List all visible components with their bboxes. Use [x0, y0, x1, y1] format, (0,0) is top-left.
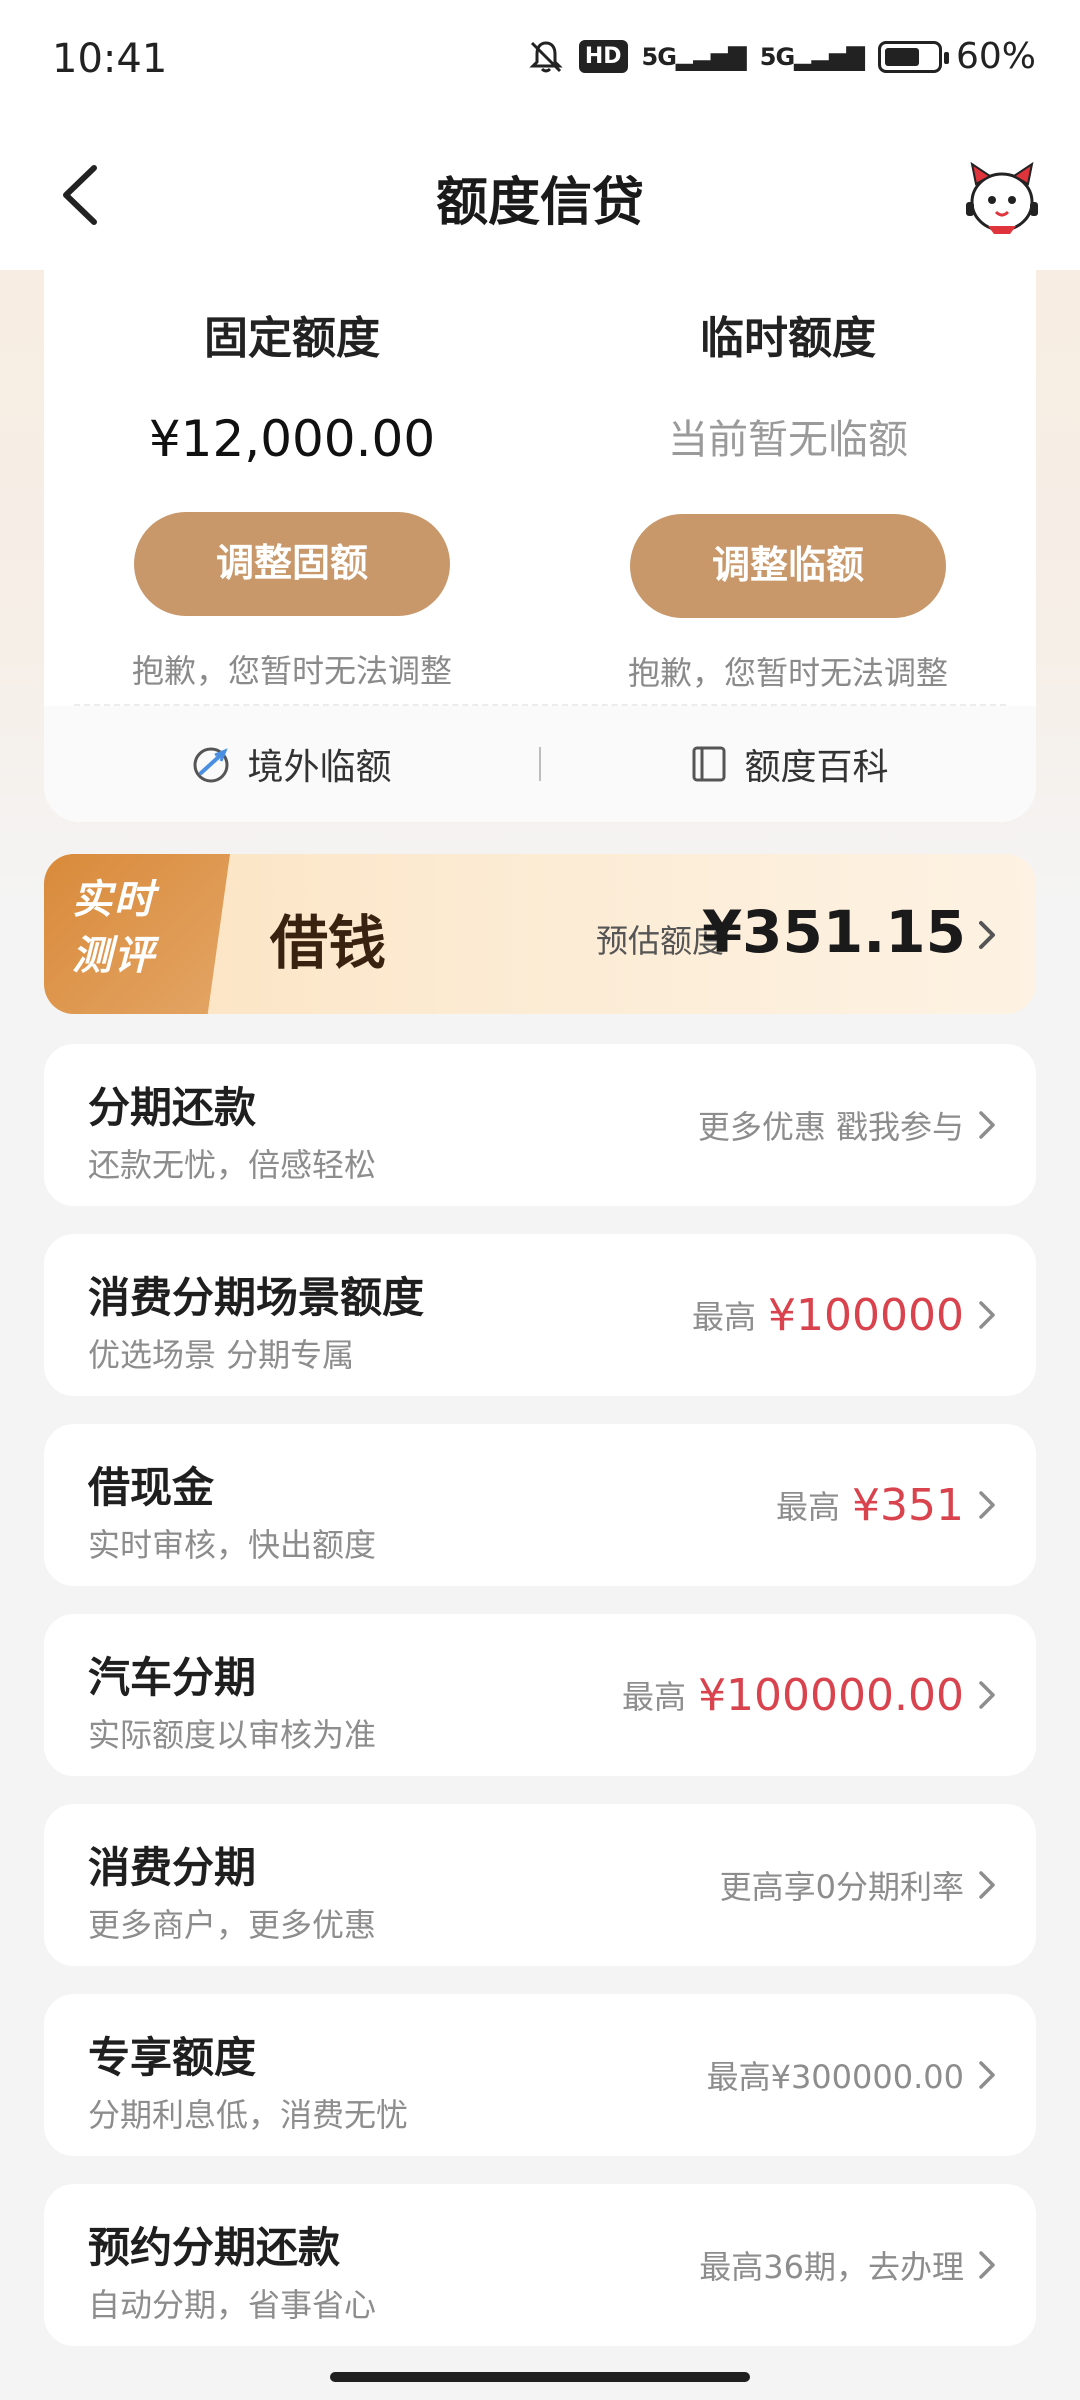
- borrow-banner[interactable]: 实时测评 借钱 预估额度 ¥351.15: [44, 854, 1036, 1014]
- battery-percent: 60%: [955, 36, 1036, 77]
- item-right: 最高 ¥351: [776, 1424, 964, 1586]
- chevron-right-icon: [979, 2251, 995, 2279]
- temp-quota-title: 临时额度: [700, 313, 876, 364]
- item-subtitle: 分期利息低，消费无忧: [88, 2096, 409, 2134]
- realtime-eval-label: 实时测评: [72, 877, 156, 979]
- chevron-right-icon: [979, 2061, 995, 2089]
- temp-quota-section: 临时额度 当前暂无临额 调整临额 抱歉，您暂时无法调整: [540, 302, 1036, 694]
- adjust-fixed-button[interactable]: 调整固额: [134, 512, 450, 616]
- item-title: 消费分期: [88, 1843, 257, 1892]
- item-right: 更高享0分期利率: [720, 1804, 964, 1966]
- item-right: 最高 ¥100000: [692, 1234, 964, 1396]
- item-title: 预约分期还款: [88, 2223, 341, 2272]
- hd-badge: HD: [578, 40, 628, 73]
- list-item-exclusive-quota[interactable]: 专享额度 分期利息低，消费无忧 最高¥300000.00: [44, 1994, 1036, 2156]
- list-item-consumer-installment[interactable]: 消费分期 更多商户，更多优惠 更高享0分期利率: [44, 1804, 1036, 1966]
- chevron-right-icon: [979, 1111, 995, 1139]
- item-right: 最高¥300000.00: [707, 1994, 964, 2156]
- chevron-right-icon: [979, 1491, 995, 1519]
- quick-links: 境外临额 额度百科: [44, 706, 1036, 822]
- status-time: 10:41: [52, 36, 168, 82]
- fixed-quota-section: 固定额度 ¥12,000.00 调整固额 抱歉，您暂时无法调整: [44, 302, 540, 692]
- item-right-value: ¥100000: [768, 1289, 964, 1341]
- item-title: 分期还款: [88, 1083, 257, 1132]
- temp-quota-note: 抱歉，您暂时无法调整: [627, 654, 948, 692]
- battery-icon: [877, 40, 949, 73]
- item-right: 最高 ¥100000.00: [622, 1614, 964, 1776]
- signal-1: 5G▂▃▅▇: [641, 42, 747, 71]
- chevron-right-icon: [979, 1871, 995, 1899]
- item-right-value: ¥351: [852, 1479, 964, 1531]
- fixed-quota-note: 抱歉，您暂时无法调整: [131, 652, 452, 690]
- item-title: 专享额度: [88, 2033, 257, 2082]
- chevron-right-icon: [979, 921, 995, 949]
- list-item-scene-quota[interactable]: 消费分期场景额度 优选场景 分期专属 最高 ¥100000: [44, 1234, 1036, 1396]
- item-right-label: 最高¥300000.00: [706, 2058, 964, 2096]
- borrow-title: 借钱: [270, 909, 387, 977]
- item-subtitle: 自动分期，省事省心: [88, 2286, 377, 2324]
- estimated-quota-value: ¥351.15: [701, 898, 966, 966]
- list-item-car-installment[interactable]: 汽车分期 实际额度以审核为准 最高 ¥100000.00: [44, 1614, 1036, 1776]
- item-right-label: 最高: [622, 1678, 687, 1716]
- home-indicator[interactable]: [330, 2372, 750, 2382]
- list-item-scheduled-installment[interactable]: 预约分期还款 自动分期，省事省心 最高36期，去办理: [44, 2184, 1036, 2346]
- item-subtitle: 更多商户，更多优惠: [88, 1906, 377, 1944]
- mute-icon: [529, 40, 563, 72]
- book-icon: [692, 746, 726, 782]
- overseas-quota-label: 境外临额: [247, 747, 392, 788]
- fixed-quota-amount: ¥12,000.00: [148, 410, 436, 468]
- item-right: 最高36期，去办理: [699, 2184, 964, 2346]
- signal-2: 5G▂▃▅▇: [759, 42, 865, 71]
- page-title: 额度信贷: [435, 173, 644, 233]
- item-right-label: 最高36期，去办理: [699, 2248, 964, 2286]
- item-right-label: 更高享0分期利率: [719, 1868, 964, 1906]
- item-right-label: 最高: [776, 1488, 841, 1526]
- item-title: 借现金: [88, 1463, 215, 1512]
- chevron-right-icon: [979, 1301, 995, 1329]
- list-item-cash-loan[interactable]: 借现金 实时审核，快出额度 最高 ¥351: [44, 1424, 1036, 1586]
- nav-bar: 额度信贷: [0, 120, 1080, 270]
- item-subtitle: 实际额度以审核为准: [88, 1716, 377, 1754]
- globe-plane-icon: [193, 747, 229, 783]
- overseas-quota-link[interactable]: 境外临额: [44, 738, 539, 790]
- adjust-temp-button[interactable]: 调整临额: [630, 514, 946, 618]
- item-title: 汽车分期: [88, 1653, 257, 1702]
- item-right: 更多优惠 戳我参与: [698, 1044, 964, 1206]
- status-bar: 10:41 HD 5G▂▃▅▇ 5G▂▃▅▇ 60%: [0, 0, 1080, 120]
- item-right-value: ¥100000.00: [698, 1669, 964, 1721]
- temp-quota-amount: 当前暂无临额: [668, 417, 908, 463]
- item-right-label: 最高: [692, 1298, 757, 1336]
- status-icons: HD 5G▂▃▅▇ 5G▂▃▅▇ 60%: [527, 36, 1036, 77]
- item-title: 消费分期场景额度: [88, 1273, 425, 1322]
- chevron-right-icon: [979, 1681, 995, 1709]
- item-subtitle: 还款无忧，倍感轻松: [88, 1146, 377, 1184]
- fixed-quota-title: 固定额度: [204, 313, 380, 364]
- list-item-installment-repay[interactable]: 分期还款 还款无忧，倍感轻松 更多优惠 戳我参与: [44, 1044, 1036, 1206]
- quota-wiki-label: 额度百科: [744, 747, 889, 788]
- mascot-icon[interactable]: [962, 156, 1042, 236]
- item-right-label: 更多优惠 戳我参与: [697, 1108, 964, 1146]
- item-subtitle: 实时审核，快出额度: [88, 1526, 377, 1564]
- quota-wiki-link[interactable]: 额度百科: [541, 738, 1036, 790]
- item-subtitle: 优选场景 分期专属: [88, 1336, 355, 1374]
- quota-card: 固定额度 ¥12,000.00 调整固额 抱歉，您暂时无法调整 临时额度 当前暂…: [44, 270, 1036, 822]
